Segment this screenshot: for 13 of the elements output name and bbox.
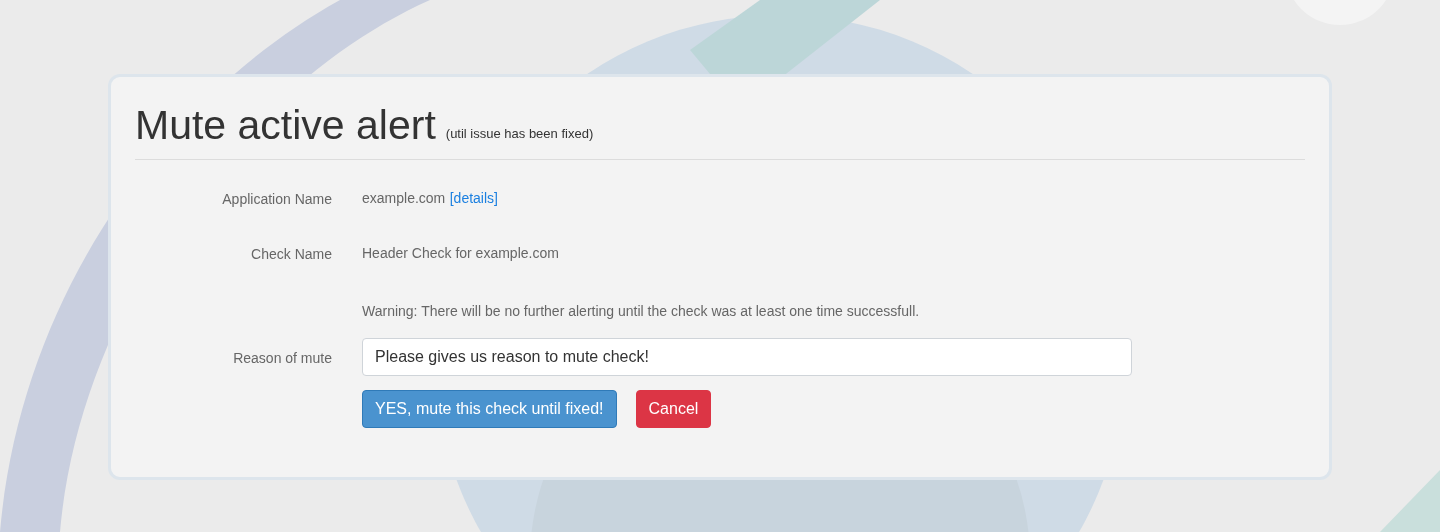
confirm-button[interactable]: YES, mute this check until fixed! — [362, 390, 617, 428]
reason-input[interactable]: Please gives us reason to mute check! — [362, 338, 1132, 376]
page-title: Mute active alert — [135, 101, 436, 149]
page-subtitle: (util issue has been fixed) — [445, 124, 594, 143]
stripe-decoration — [1380, 470, 1440, 532]
field-label: Reason of mute — [233, 349, 332, 368]
field-value: example.com — [362, 190, 446, 206]
field-label: Application Name — [222, 190, 332, 209]
field-label: Check Name — [251, 245, 332, 264]
field-value: Header Check for example.com — [362, 245, 559, 261]
warning-text: Warning: There will be no further alerting until the check was at least one time successfull. — [362, 303, 920, 319]
cancel-button[interactable]: Cancel — [635, 390, 712, 428]
details-link[interactable]: [details] — [449, 190, 498, 206]
